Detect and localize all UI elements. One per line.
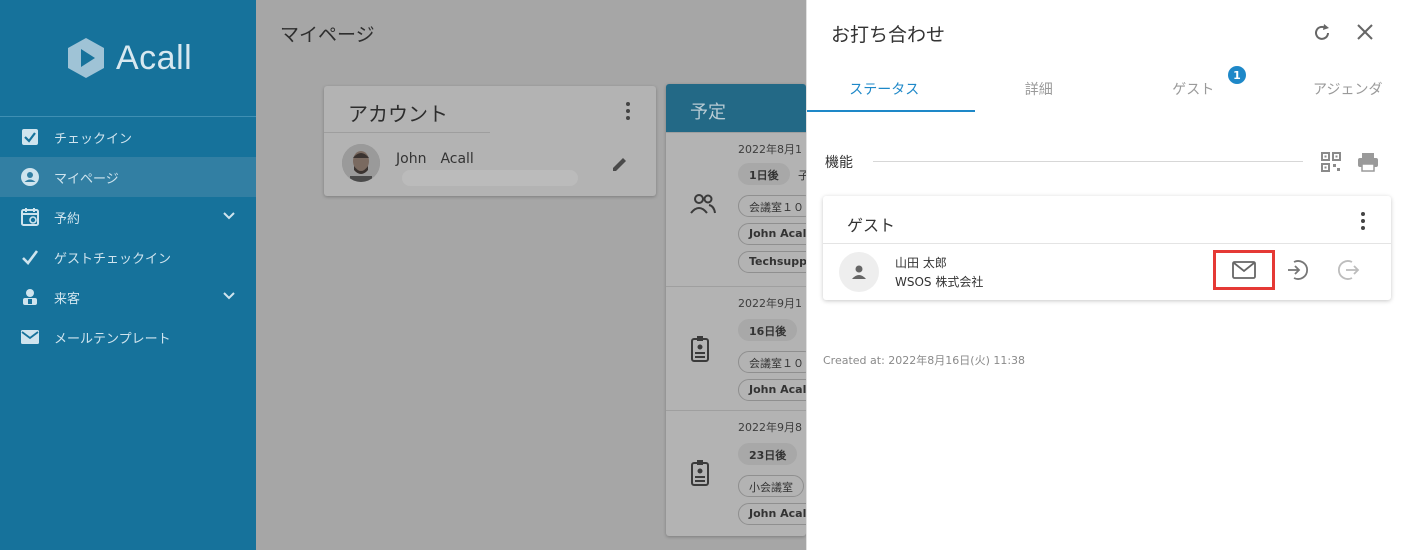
sidebar-item-label: ゲストチェックイン xyxy=(54,251,172,267)
schedule-row[interactable]: 2022年9月8 23日後 小会議室 John Acall xyxy=(666,410,822,536)
tab-label: 詳細 xyxy=(1024,82,1053,98)
days-chip: 1日後 xyxy=(738,163,790,185)
account-card: アカウント John Acall xyxy=(324,86,656,196)
sidebar-item-visitor[interactable]: 来客 xyxy=(0,277,256,317)
edit-icon[interactable] xyxy=(610,154,630,178)
guest-company: WSOS 株式会社 xyxy=(895,275,984,289)
schedule-date: 2022年9月8 xyxy=(738,421,802,434)
guest-avatar xyxy=(839,252,879,292)
divider xyxy=(324,132,490,133)
sidebar-item-label: 来客 xyxy=(54,291,81,307)
schedule-row[interactable]: 2022年9月1 16日後 会議室１０ John Acall xyxy=(666,286,822,410)
schedule-title: 予定 xyxy=(690,102,726,123)
tab-label: ゲスト xyxy=(1172,82,1215,98)
room-chip: 会議室１０ xyxy=(738,351,815,373)
brand-name: Acall xyxy=(116,38,193,77)
sidebar-nav: チェックイン マイページ 予約 ゲストチェックイン 来客 メールテンプレート xyxy=(0,116,256,357)
account-card-title: アカウント xyxy=(348,102,448,126)
room-chip: 会議室１０ xyxy=(738,195,815,217)
user-avatar xyxy=(342,144,380,182)
chevron-down-icon[interactable] xyxy=(222,289,236,307)
main-content-overlay[interactable]: マイページ アカウント John Acall 予定 2022年8月1 1日後 子… xyxy=(256,0,826,550)
tab-details[interactable]: 詳細 xyxy=(962,66,1117,112)
tab-guest[interactable]: ゲスト 1 xyxy=(1116,66,1271,112)
schedule-header: 予定 xyxy=(666,84,806,132)
account-email-redacted xyxy=(402,170,578,186)
guest-name: 山田 太郎 xyxy=(895,256,947,270)
page-title: マイページ xyxy=(280,24,375,46)
sidebar-item-label: 予約 xyxy=(54,211,81,227)
tab-label: ステータス xyxy=(849,82,920,98)
qr-code-icon[interactable] xyxy=(1321,152,1341,176)
guest-card: ゲスト 山田 太郎 WSOS 株式会社 xyxy=(823,196,1391,300)
brand-logo[interactable]: Acall xyxy=(66,36,192,80)
meeting-detail-panel: お打ち合わせ ステータス 詳細 ゲスト 1 アジェンダ 機能 ゲスト 山田 太郎… xyxy=(806,0,1424,550)
mail-outline-icon xyxy=(1232,261,1256,279)
more-vert-icon[interactable] xyxy=(626,102,630,120)
sidebar-item-label: メールテンプレート xyxy=(54,331,171,347)
check-icon xyxy=(20,247,40,267)
panel-title: お打ち合わせ xyxy=(831,24,946,46)
sidebar-item-reservation[interactable]: 予約 xyxy=(0,197,256,237)
guest-count-badge: 1 xyxy=(1228,66,1246,84)
tab-agenda[interactable]: アジェンダ xyxy=(1271,66,1424,112)
refresh-icon[interactable] xyxy=(1311,22,1333,48)
sidebar-item-guest-checkin[interactable]: ゲストチェックイン xyxy=(0,237,256,277)
visitor-icon xyxy=(20,287,40,307)
divider xyxy=(823,243,1391,244)
room-chip: 小会議室 xyxy=(738,475,804,497)
checkbox-icon xyxy=(20,127,40,147)
schedule-date: 2022年8月1 xyxy=(738,143,802,156)
tab-bar: ステータス 詳細 ゲスト 1 アジェンダ xyxy=(807,66,1424,112)
sidebar-item-checkin[interactable]: チェックイン xyxy=(0,117,256,157)
chevron-down-icon[interactable] xyxy=(222,209,236,227)
sidebar-item-label: マイページ xyxy=(54,171,119,187)
days-chip: 16日後 xyxy=(738,319,798,341)
account-circle-icon xyxy=(20,167,40,187)
tab-label: アジェンダ xyxy=(1313,82,1383,98)
tab-status[interactable]: ステータス xyxy=(807,66,975,112)
sidebar-item-mypage[interactable]: マイページ xyxy=(0,157,256,197)
schedule-row[interactable]: 2022年8月1 1日後 子 会議室１０ John Acall Techsupp… xyxy=(666,132,826,286)
checkin-icon[interactable] xyxy=(1285,258,1309,286)
people-icon xyxy=(690,193,716,219)
more-vert-icon[interactable] xyxy=(1361,212,1365,230)
calendar-icon xyxy=(20,207,40,227)
sidebar-item-label: チェックイン xyxy=(54,131,133,147)
sidebar-item-mail-template[interactable]: メールテンプレート xyxy=(0,317,256,357)
send-mail-button[interactable] xyxy=(1213,250,1275,290)
guest-card-title: ゲスト xyxy=(847,216,896,235)
sidebar: Acall チェックイン マイページ 予約 ゲストチェックイン 来客 メールテン… xyxy=(0,0,256,550)
badge-icon xyxy=(690,459,710,491)
section-label: 機能 xyxy=(825,155,853,171)
badge-icon xyxy=(690,335,710,367)
mail-icon xyxy=(20,327,40,347)
close-icon[interactable] xyxy=(1355,22,1375,46)
person-icon xyxy=(852,265,866,279)
created-at: Created at: 2022年8月16日(火) 11:38 xyxy=(823,354,1026,367)
account-name: John Acall xyxy=(396,151,474,167)
days-chip: 23日後 xyxy=(738,443,798,465)
schedule-date: 2022年9月1 xyxy=(738,297,802,310)
schedule-card: 予定 2022年8月1 1日後 子 会議室１０ John Acall Techs… xyxy=(666,84,826,536)
acall-logo-icon xyxy=(68,38,104,78)
divider xyxy=(873,161,1303,162)
print-icon[interactable] xyxy=(1357,152,1379,176)
checkout-icon[interactable] xyxy=(1337,258,1361,286)
